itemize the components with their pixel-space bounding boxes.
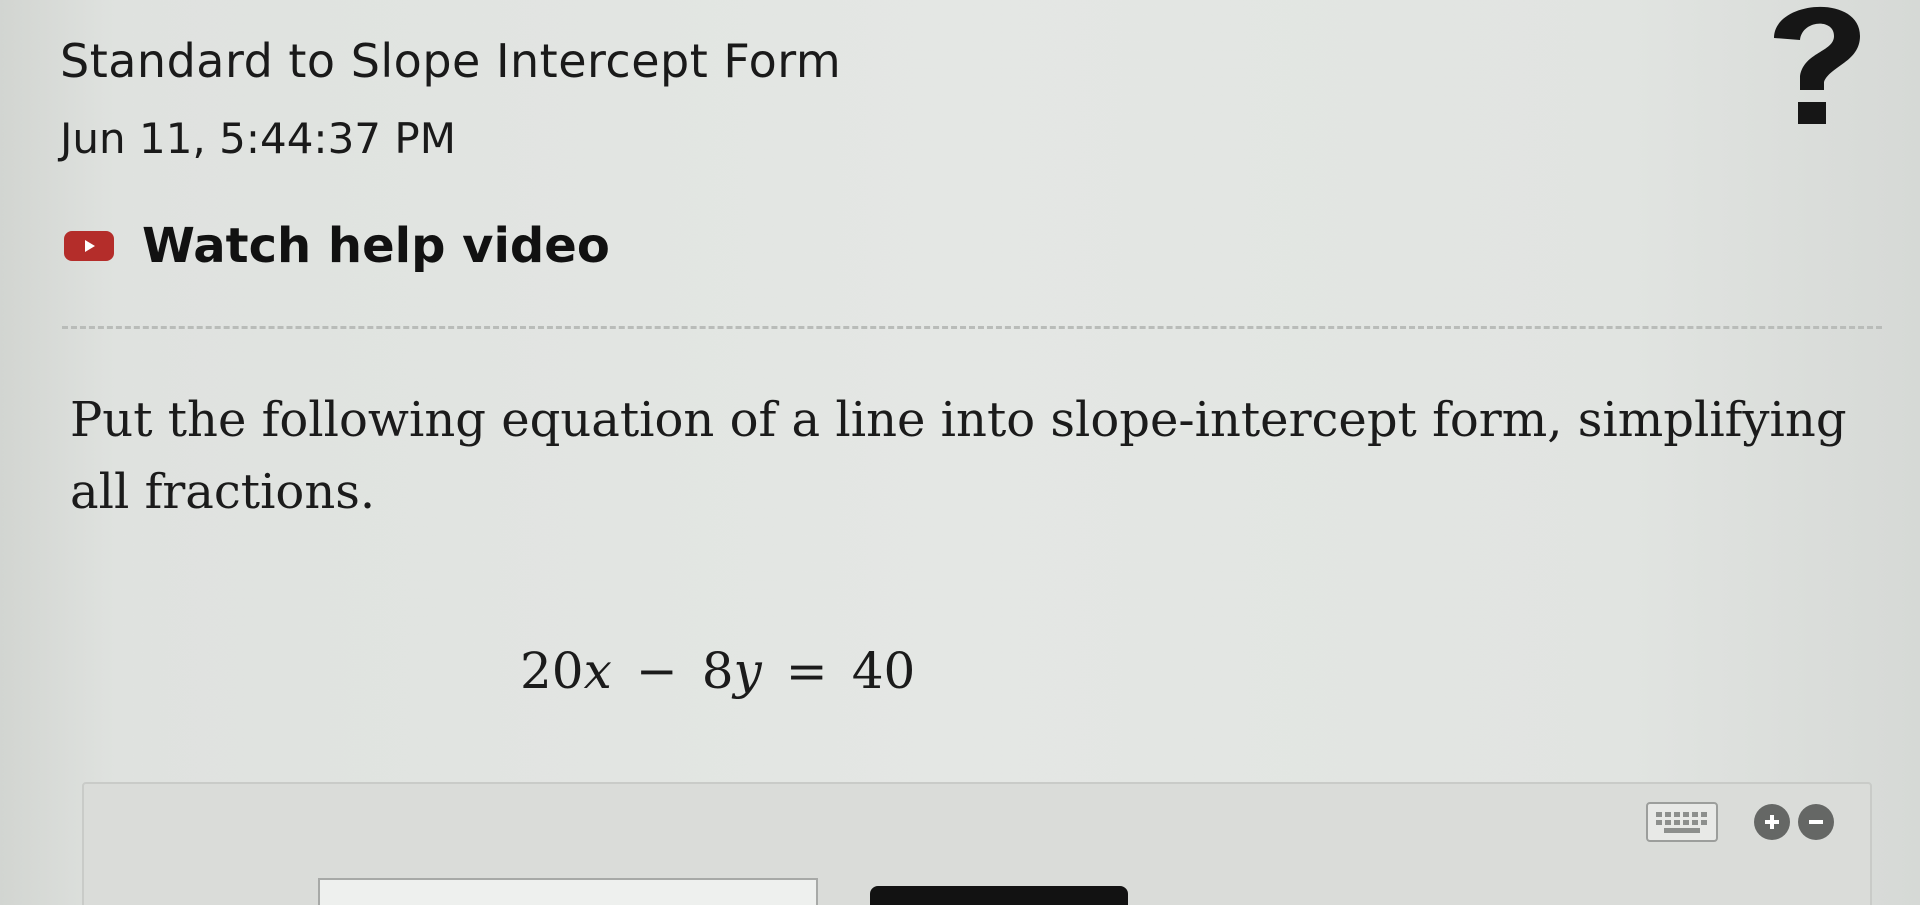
section-divider: [62, 326, 1882, 329]
equation-minus: −: [635, 642, 678, 700]
equation-coefficient-y: 8: [701, 642, 734, 700]
watch-help-video-link[interactable]: Watch help video: [64, 218, 610, 274]
equation-coefficient-x: 20: [520, 642, 584, 700]
equation-rhs: 40: [851, 642, 916, 700]
timestamp: Jun 11, 5:44:37 PM: [60, 114, 456, 163]
plus-circle-icon[interactable]: [1754, 804, 1790, 840]
topic-title: Standard to Slope Intercept Form: [60, 34, 842, 88]
submit-button[interactable]: [870, 886, 1128, 905]
play-video-icon: [64, 231, 114, 261]
keyboard-icon[interactable]: [1646, 802, 1718, 842]
equation-equals: =: [785, 642, 828, 700]
problem-prompt: Put the following equation of a line int…: [70, 392, 1847, 520]
help-video-label: Watch help video: [142, 218, 610, 274]
equation-variable-x: x: [583, 642, 612, 700]
minus-circle-icon[interactable]: [1798, 804, 1834, 840]
page: Standard to Slope Intercept Form Jun 11,…: [0, 0, 1920, 905]
question-mark-icon[interactable]: [1752, 0, 1872, 140]
equation: 20 x − 8 y = 40: [520, 642, 915, 700]
equation-variable-y: y: [733, 642, 762, 700]
answer-input[interactable]: [318, 878, 818, 905]
